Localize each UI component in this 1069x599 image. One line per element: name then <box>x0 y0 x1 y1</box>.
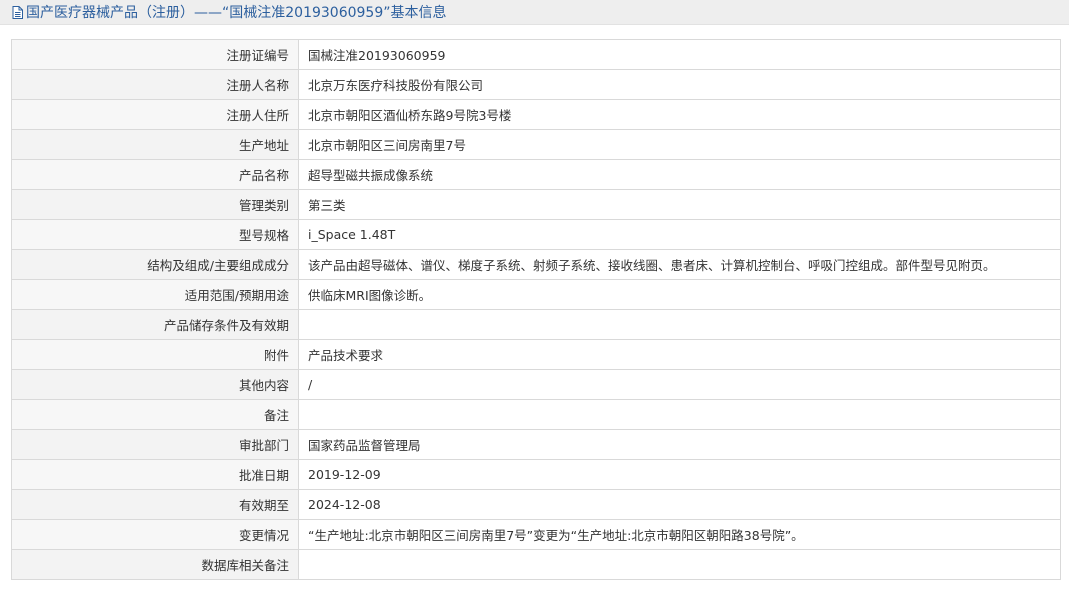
table-row: 注册证编号 国械注准20193060959 <box>11 39 1061 70</box>
row-value: 该产品由超导磁体、谱仪、梯度子系统、射频子系统、接收线圈、患者床、计算机控制台、… <box>298 249 1061 280</box>
row-label: 注册人名称 <box>11 69 299 100</box>
row-label: 产品名称 <box>11 159 299 190</box>
row-value: 国家药品监督管理局 <box>298 429 1061 460</box>
row-value: 北京万东医疗科技股份有限公司 <box>298 69 1061 100</box>
table-row: 型号规格 i_Space 1.48T <box>11 219 1061 250</box>
row-value: 北京市朝阳区三间房南里7号 <box>298 129 1061 160</box>
table-row: 有效期至 2024-12-08 <box>11 489 1061 520</box>
table-row: 审批部门 国家药品监督管理局 <box>11 429 1061 460</box>
table-row: 附件 产品技术要求 <box>11 339 1061 370</box>
table-row: 备注 <box>11 399 1061 430</box>
table-row: 产品名称 超导型磁共振成像系统 <box>11 159 1061 190</box>
row-label: 有效期至 <box>11 489 299 520</box>
page-title: 国产医疗器械产品（注册）——“国械注准20193060959”基本信息 <box>26 5 447 21</box>
row-value <box>298 549 1061 580</box>
row-value: “生产地址:北京市朝阳区三间房南里7号”变更为“生产地址:北京市朝阳区朝阳路38… <box>298 519 1061 550</box>
row-value: 产品技术要求 <box>298 339 1061 370</box>
row-value: 2024-12-08 <box>298 489 1061 520</box>
row-label: 附件 <box>11 339 299 370</box>
table-row: 产品储存条件及有效期 <box>11 309 1061 340</box>
table-row: 批准日期 2019-12-09 <box>11 459 1061 490</box>
row-label: 备注 <box>11 399 299 430</box>
row-label: 适用范围/预期用途 <box>11 279 299 310</box>
table-row: 变更情况 “生产地址:北京市朝阳区三间房南里7号”变更为“生产地址:北京市朝阳区朝… <box>11 519 1061 550</box>
row-label: 注册人住所 <box>11 99 299 130</box>
row-label: 变更情况 <box>11 519 299 550</box>
row-label: 审批部门 <box>11 429 299 460</box>
row-label: 型号规格 <box>11 219 299 250</box>
row-label: 批准日期 <box>11 459 299 490</box>
document-icon <box>12 5 23 19</box>
table-row: 适用范围/预期用途 供临床MRI图像诊断。 <box>11 279 1061 310</box>
table-row: 生产地址 北京市朝阳区三间房南里7号 <box>11 129 1061 160</box>
row-label: 生产地址 <box>11 129 299 160</box>
table-row: 注册人名称 北京万东医疗科技股份有限公司 <box>11 69 1061 100</box>
row-value: 北京市朝阳区酒仙桥东路9号院3号楼 <box>298 99 1061 130</box>
row-value: 国械注准20193060959 <box>298 39 1061 70</box>
row-value: 2019-12-09 <box>298 459 1061 490</box>
info-table: 注册证编号 国械注准20193060959 注册人名称 北京万东医疗科技股份有限公司注… <box>11 39 1061 580</box>
table-row: 其他内容 / <box>11 369 1061 400</box>
row-value: 第三类 <box>298 189 1061 220</box>
row-value: i_Space 1.48T <box>298 219 1061 250</box>
row-label: 产品储存条件及有效期 <box>11 309 299 340</box>
row-label: 管理类别 <box>11 189 299 220</box>
table-row: 注册人住所 北京市朝阳区酒仙桥东路9号院3号楼 <box>11 99 1061 130</box>
row-label: 结构及组成/主要组成成分 <box>11 249 299 280</box>
row-label: 其他内容 <box>11 369 299 400</box>
table-row: 管理类别 第三类 <box>11 189 1061 220</box>
row-value <box>298 309 1061 340</box>
table-row: 结构及组成/主要组成成分 该产品由超导磁体、谱仪、梯度子系统、射频子系统、接收线圈… <box>11 249 1061 280</box>
page-header: 国产医疗器械产品（注册）——“国械注准20193060959”基本信息 <box>0 0 1069 25</box>
row-label: 注册证编号 <box>11 39 299 70</box>
table-row: 数据库相关备注 <box>11 549 1061 580</box>
row-label: 数据库相关备注 <box>11 549 299 580</box>
row-value <box>298 399 1061 430</box>
row-value: / <box>298 369 1061 400</box>
row-value: 超导型磁共振成像系统 <box>298 159 1061 190</box>
row-value: 供临床MRI图像诊断。 <box>298 279 1061 310</box>
